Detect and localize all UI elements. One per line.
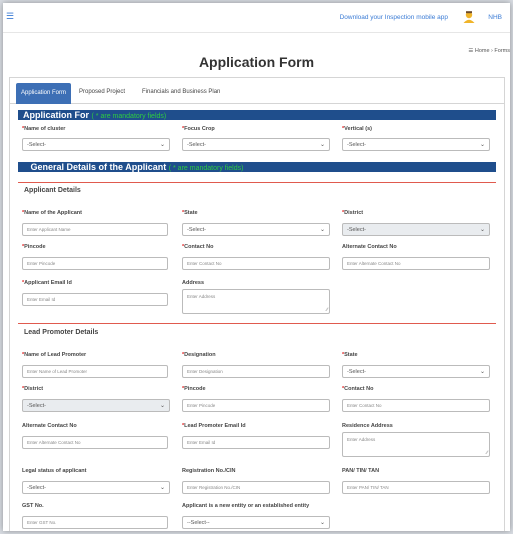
- resize-grip-icon[interactable]: ∕∕: [486, 450, 488, 456]
- alt-contact-label: Alternate Contact No: [342, 244, 397, 250]
- designation-label: *Designation: [182, 352, 216, 358]
- chevron-down-icon: ⌄: [159, 142, 165, 148]
- pan-input[interactable]: Enter PAN/ TIN/ TAN: [342, 481, 490, 494]
- lead-contact-label: *Contact No: [342, 386, 374, 392]
- lead-alt-contact-label: Alternate Contact No: [22, 423, 77, 429]
- mandatory-note: ( * are mandatory fields): [91, 113, 167, 120]
- resize-grip-icon[interactable]: ∕∕: [326, 307, 328, 313]
- gst-input[interactable]: Enter GST No.: [22, 516, 168, 529]
- vertical-select[interactable]: -Select- ⌄: [342, 138, 490, 151]
- tab-proposed-project[interactable]: Proposed Project: [74, 84, 130, 102]
- lead-pincode-label: *Pincode: [182, 386, 206, 392]
- lead-promoter-title: Lead Promoter Details: [24, 329, 99, 336]
- divider: [18, 323, 496, 324]
- gst-label: GST No.: [22, 503, 44, 509]
- chevron-down-icon: ⌄: [319, 142, 325, 148]
- email-label: *Applicant Email Id: [22, 280, 72, 286]
- lead-name-label: *Name of Lead Promoter: [22, 352, 87, 358]
- residence-textarea[interactable]: Enter Address ∕∕: [342, 432, 490, 457]
- tab-financials[interactable]: Financials and Business Plan: [137, 84, 225, 102]
- entity-label: Applicant is a new entity or an establis…: [182, 503, 310, 509]
- form-card: Application Form Proposed Project Financ…: [9, 77, 505, 531]
- lead-email-input[interactable]: Enter Email Id: [182, 436, 330, 449]
- chevron-down-icon: ⌄: [319, 227, 325, 233]
- chevron-down-icon: ⌄: [319, 520, 325, 526]
- focus-crop-label: *Focus Crop: [182, 126, 215, 132]
- lead-contact-input[interactable]: Enter Contact No: [342, 399, 490, 412]
- address-textarea[interactable]: Enter Address ∕∕: [182, 289, 330, 314]
- browser-window: ☰ Download your Inspection mobile app NH…: [3, 3, 510, 531]
- lead-alt-contact-input[interactable]: Enter Alternate Contact No: [22, 436, 168, 449]
- tab-bar: Application Form Proposed Project Financ…: [10, 78, 504, 104]
- download-app-link[interactable]: Download your Inspection mobile app: [340, 14, 448, 21]
- cluster-select[interactable]: -Select- ⌄: [22, 138, 170, 151]
- pan-label: PAN/ TIN/ TAN: [342, 468, 380, 474]
- lead-pincode-input[interactable]: Enter Pincode: [182, 399, 330, 412]
- focus-crop-select[interactable]: -Select- ⌄: [182, 138, 330, 151]
- chevron-down-icon: ⌄: [479, 227, 485, 233]
- legal-status-label: Legal status of applicant: [22, 468, 87, 474]
- lead-district-select[interactable]: -Select- ⌄: [22, 399, 170, 412]
- applicant-name-label: *Name of the Applicant: [22, 210, 82, 216]
- user-avatar-icon[interactable]: [462, 10, 476, 24]
- pincode-input[interactable]: Enter Pincode: [22, 257, 168, 270]
- registration-label: Registration No./CIN: [182, 468, 236, 474]
- lead-district-label: *District: [22, 386, 44, 392]
- lead-state-select[interactable]: -Select- ⌄: [342, 365, 490, 378]
- state-select[interactable]: -Select- ⌄: [182, 223, 330, 236]
- lead-name-input[interactable]: Enter Name of Lead Promoter: [22, 365, 168, 378]
- district-label: *District: [342, 210, 364, 216]
- tab-application-form[interactable]: Application Form: [16, 83, 72, 104]
- chevron-down-icon: ⌄: [159, 403, 165, 409]
- contact-input[interactable]: Enter Contact No: [182, 257, 330, 270]
- district-select[interactable]: -Select- ⌄: [342, 223, 490, 236]
- applicant-details-title: Applicant Details: [24, 187, 81, 194]
- section-title: Application For: [23, 110, 90, 120]
- vertical-label: *Vertical (s): [342, 126, 372, 132]
- address-label: Address: [182, 280, 205, 286]
- email-input[interactable]: Enter Email Id: [22, 293, 168, 306]
- pincode-label: *Pincode: [22, 244, 46, 250]
- application-for-header: Application For ( * are mandatory fields…: [18, 110, 496, 120]
- divider: [18, 182, 496, 183]
- alt-contact-input[interactable]: Enter Alternate Contact No: [342, 257, 490, 270]
- designation-input[interactable]: Enter Designation: [182, 365, 330, 378]
- chevron-down-icon: ⌄: [479, 142, 485, 148]
- lead-email-label: *Lead Promoter Email Id: [182, 423, 246, 429]
- mandatory-note: ( * are mandatory fields): [168, 165, 244, 172]
- cluster-label: *Name of cluster: [22, 126, 66, 132]
- section-title: General Details of the Applicant: [30, 162, 167, 172]
- contact-label: *Contact No: [182, 244, 214, 250]
- applicant-name-input[interactable]: Enter Applicant Name: [22, 223, 168, 236]
- top-bar: ☰ Download your Inspection mobile app NH…: [3, 3, 510, 33]
- residence-label: Residence Address: [342, 423, 393, 429]
- registration-input[interactable]: Enter Registration No./CIN: [182, 481, 330, 494]
- chevron-down-icon: ⌄: [479, 369, 485, 375]
- user-name[interactable]: NHB: [488, 14, 502, 21]
- legal-status-select[interactable]: -Select- ⌄: [22, 481, 170, 494]
- general-details-header: General Details of the Applicant ( * are…: [18, 162, 496, 172]
- state-label: *State: [182, 210, 198, 216]
- entity-select[interactable]: --Select-- ⌄: [182, 516, 330, 529]
- page-title: Application Form: [198, 54, 315, 70]
- lead-state-label: *State: [342, 352, 358, 358]
- hamburger-icon[interactable]: ☰: [6, 12, 14, 21]
- chevron-down-icon: ⌄: [159, 485, 165, 491]
